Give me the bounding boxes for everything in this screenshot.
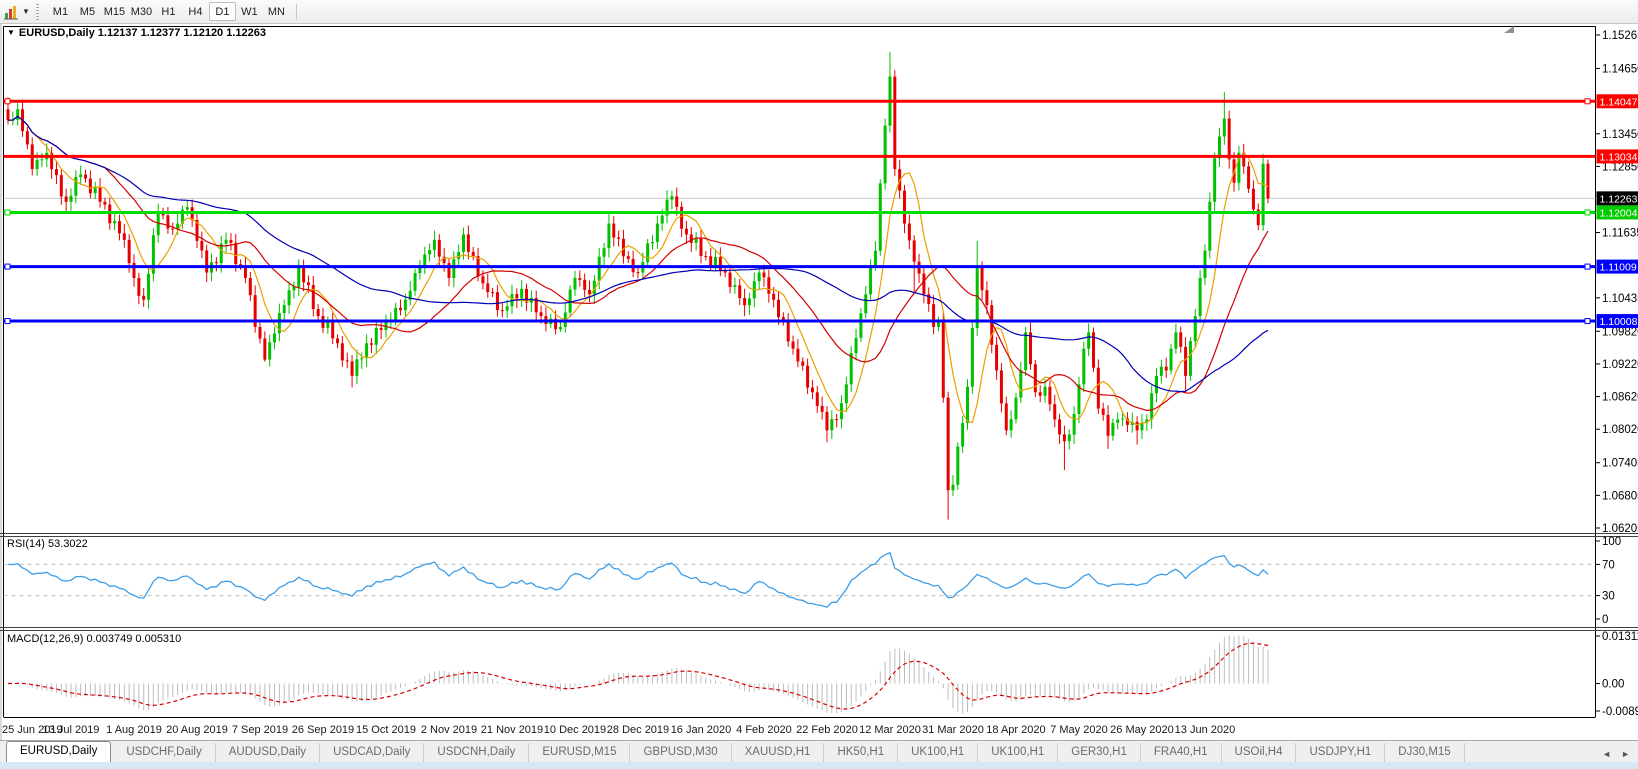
timeframe-button-M5[interactable]: M5 xyxy=(74,2,101,21)
date-axis: 25 Jun 201913 Jul 20191 Aug 201920 Aug 2… xyxy=(2,724,1235,736)
toolbar: ▼ M1M5M15M30H1H4D1W1MN xyxy=(0,0,1638,24)
tab-FRA40-H1[interactable]: FRA40,H1 xyxy=(1141,743,1222,763)
price-tag-1.10008: 1.10008 xyxy=(1597,314,1638,328)
svg-text:1.11635: 1.11635 xyxy=(1602,228,1638,240)
svg-text:30: 30 xyxy=(1602,591,1615,603)
svg-text:28 Dec 2019: 28 Dec 2019 xyxy=(607,724,669,736)
chart-canvas[interactable]: 1.152651.146501.134501.128501.116351.104… xyxy=(0,0,1638,740)
timeframe-button-H1[interactable]: H1 xyxy=(155,2,182,21)
tab-EURUSD-M15[interactable]: EURUSD,M15 xyxy=(529,743,630,763)
macd-indicator-label: MACD(12,26,9) 0.003749 0.005310 xyxy=(7,633,181,645)
svg-text:1.08020: 1.08020 xyxy=(1602,424,1638,436)
svg-text:1.11009: 1.11009 xyxy=(1600,262,1637,274)
toolbar-separator xyxy=(296,4,297,20)
svg-text:10 Dec 2019: 10 Dec 2019 xyxy=(544,724,606,736)
svg-text:100: 100 xyxy=(1602,536,1621,548)
svg-text:0.0131121: 0.0131121 xyxy=(1602,631,1638,643)
timeframe-button-M15[interactable]: M15 xyxy=(101,2,128,21)
tab-UK100-H1[interactable]: UK100,H1 xyxy=(898,743,978,763)
svg-text:2 Nov 2019: 2 Nov 2019 xyxy=(421,724,477,736)
svg-text:-0.0089331: -0.0089331 xyxy=(1602,706,1638,718)
timeframe-buttons: M1M5M15M30H1H4D1W1MN xyxy=(47,2,290,21)
timeframe-button-M1[interactable]: M1 xyxy=(47,2,74,21)
tab-USDCAD-Daily[interactable]: USDCAD,Daily xyxy=(320,743,424,763)
svg-text:1.15265: 1.15265 xyxy=(1602,30,1638,42)
svg-text:21 Nov 2019: 21 Nov 2019 xyxy=(481,724,543,736)
tab-USDCNH-Daily[interactable]: USDCNH,Daily xyxy=(424,743,529,763)
svg-text:18 Apr 2020: 18 Apr 2020 xyxy=(986,724,1045,736)
svg-text:1.10435: 1.10435 xyxy=(1602,293,1638,305)
svg-text:1.13034: 1.13034 xyxy=(1600,151,1638,163)
tab-GBPUSD-M30[interactable]: GBPUSD,M30 xyxy=(630,743,731,763)
svg-text:1.13450: 1.13450 xyxy=(1602,129,1638,141)
chart-tabs: EURUSD,DailyUSDCHF,DailyAUDUSD,DailyUSDC… xyxy=(0,741,1594,763)
chart-title-text: EURUSD,Daily 1.12137 1.12377 1.12120 1.1… xyxy=(19,27,266,39)
indicator-dropdown-icon[interactable]: ▼ xyxy=(22,7,30,16)
svg-text:70: 70 xyxy=(1602,559,1615,571)
tab-scroll-left-icon[interactable]: ◄ xyxy=(1602,749,1611,759)
timeframe-button-W1[interactable]: W1 xyxy=(236,2,263,21)
chart-title: ▼ EURUSD,Daily 1.12137 1.12377 1.12120 1.… xyxy=(7,27,266,39)
tab-scroll-arrows: ◄ ► xyxy=(1602,749,1630,759)
svg-text:16 Jan 2020: 16 Jan 2020 xyxy=(671,724,732,736)
svg-text:12 Mar 2020: 12 Mar 2020 xyxy=(859,724,921,736)
chart-collapse-icon[interactable]: ▼ xyxy=(7,28,15,37)
svg-text:1.14650: 1.14650 xyxy=(1602,63,1638,75)
svg-text:7 Sep 2019: 7 Sep 2019 xyxy=(232,724,288,736)
timeframe-button-H4[interactable]: H4 xyxy=(182,2,209,21)
timeframe-button-M30[interactable]: M30 xyxy=(128,2,155,21)
tab-USDJPY-H1[interactable]: USDJPY,H1 xyxy=(1296,743,1385,763)
svg-text:13 Jun 2020: 13 Jun 2020 xyxy=(1175,724,1236,736)
price-tag-1.14047: 1.14047 xyxy=(1597,94,1638,108)
rsi-indicator-label: RSI(14) 53.3022 xyxy=(7,538,88,550)
svg-text:0: 0 xyxy=(1602,614,1608,626)
tab-HK50-H1[interactable]: HK50,H1 xyxy=(824,743,898,763)
svg-text:31 Mar 2020: 31 Mar 2020 xyxy=(922,724,984,736)
svg-text:1.06805: 1.06805 xyxy=(1602,490,1638,502)
price-tag-1.13034: 1.13034 xyxy=(1597,149,1638,163)
svg-text:15 Oct 2019: 15 Oct 2019 xyxy=(356,724,416,736)
price-tag-1.11009: 1.11009 xyxy=(1597,260,1638,274)
svg-text:22 Feb 2020: 22 Feb 2020 xyxy=(796,724,858,736)
svg-text:1.12004: 1.12004 xyxy=(1600,207,1638,219)
tab-scroll-right-icon[interactable]: ► xyxy=(1621,749,1630,759)
indicator-icon[interactable] xyxy=(3,4,19,20)
svg-text:20 Aug 2019: 20 Aug 2019 xyxy=(166,724,228,736)
svg-text:1.12263: 1.12263 xyxy=(1600,193,1638,205)
svg-text:1.09220: 1.09220 xyxy=(1602,359,1638,371)
svg-text:7 May 2020: 7 May 2020 xyxy=(1050,724,1107,736)
svg-text:1.08620: 1.08620 xyxy=(1602,392,1638,404)
trading-platform-window: ▼ M1M5M15M30H1H4D1W1MN 1.15265 1.14650 1.1… xyxy=(0,0,1638,769)
svg-text:26 May 2020: 26 May 2020 xyxy=(1110,724,1174,736)
tab-GER30-H1[interactable]: GER30,H1 xyxy=(1058,743,1141,763)
tab-UK100-H1[interactable]: UK100,H1 xyxy=(978,743,1058,763)
svg-text:1.07405: 1.07405 xyxy=(1602,458,1638,470)
svg-text:4 Feb 2020: 4 Feb 2020 xyxy=(736,724,792,736)
chart-tab-bar: EURUSD,DailyUSDCHF,DailyAUDUSD,DailyUSDC… xyxy=(0,740,1638,763)
tab-AUDUSD-Daily[interactable]: AUDUSD,Daily xyxy=(216,743,320,763)
svg-text:1 Aug 2019: 1 Aug 2019 xyxy=(106,724,162,736)
svg-text:26 Sep 2019: 26 Sep 2019 xyxy=(292,724,354,736)
svg-text:0.00: 0.00 xyxy=(1602,679,1624,691)
timeframe-button-MN[interactable]: MN xyxy=(263,2,290,21)
tab-XAUUSD-H1[interactable]: XAUUSD,H1 xyxy=(732,743,825,763)
tab-USOil-H4[interactable]: USOil,H4 xyxy=(1222,743,1297,763)
svg-text:1.14047: 1.14047 xyxy=(1600,96,1638,108)
svg-text:1.09820: 1.09820 xyxy=(1602,326,1638,338)
price-tag-1.12004: 1.12004 xyxy=(1597,205,1638,219)
svg-text:1.10008: 1.10008 xyxy=(1600,316,1638,328)
tab-DJ30-M15[interactable]: DJ30,M15 xyxy=(1385,743,1464,763)
tab-USDCHF-Daily[interactable]: USDCHF,Daily xyxy=(113,743,215,763)
svg-text:13 Jul 2019: 13 Jul 2019 xyxy=(43,724,100,736)
status-bar xyxy=(0,762,1638,769)
tab-EURUSD-Daily[interactable]: EURUSD,Daily xyxy=(6,741,111,763)
timeframe-button-D1[interactable]: D1 xyxy=(209,2,236,21)
current-price-tag: 1.12263 xyxy=(1597,191,1638,205)
toolbar-gripper[interactable] xyxy=(36,4,39,20)
